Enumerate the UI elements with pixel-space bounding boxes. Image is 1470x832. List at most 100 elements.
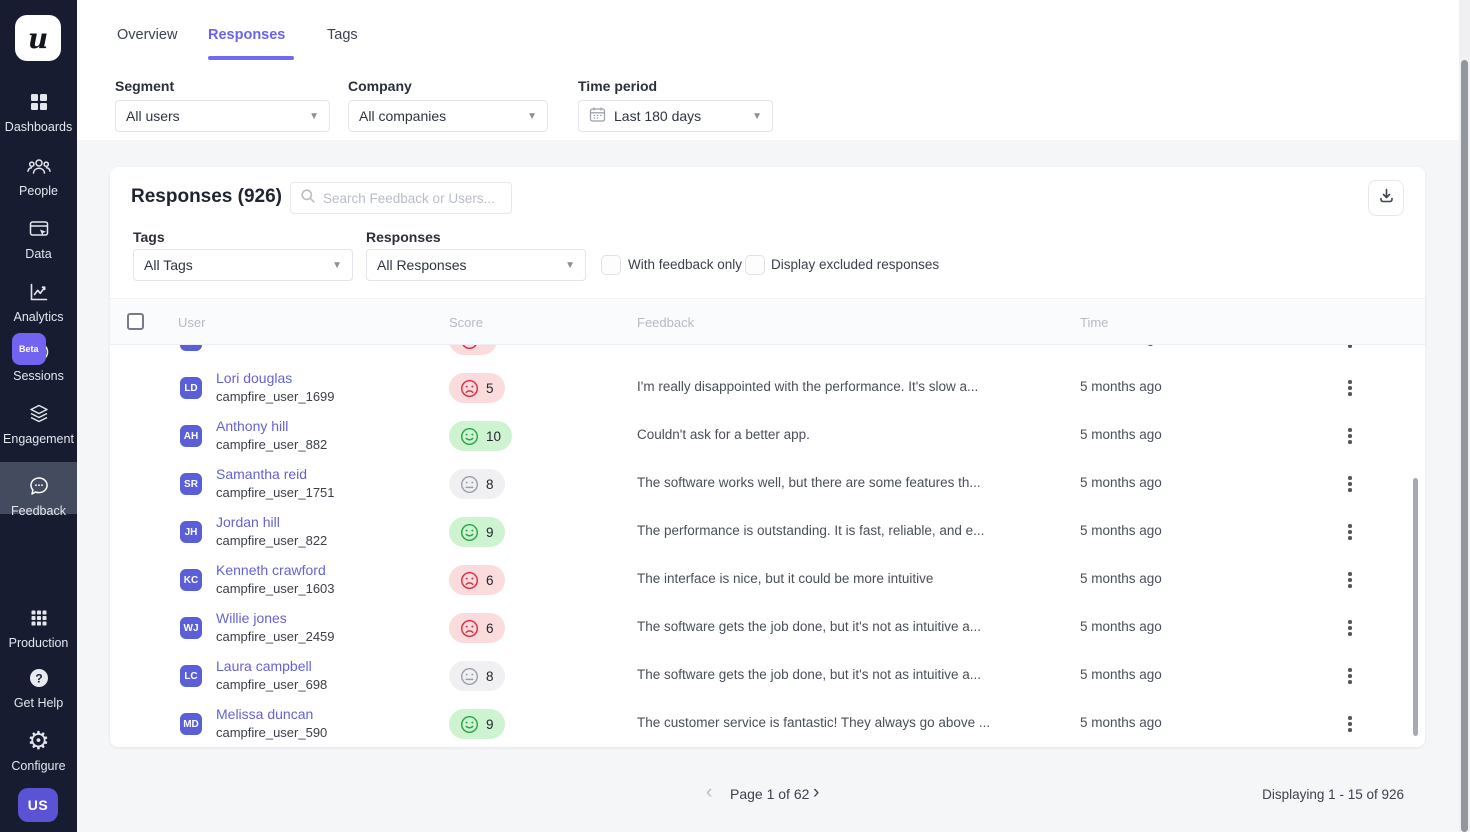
- company-filter-label: Company: [348, 78, 412, 94]
- pagination-prev-button[interactable]: ‹: [706, 782, 712, 804]
- row-menu-button[interactable]: [1341, 713, 1359, 735]
- tab-tags[interactable]: Tags: [327, 27, 358, 43]
- avatar: SR: [180, 473, 202, 495]
- row-menu-button[interactable]: [1341, 665, 1359, 687]
- table-row: campfire_user_782 5 months ago: [110, 345, 1425, 364]
- time-text: 5 months ago: [1080, 475, 1162, 490]
- svg-text:?: ?: [35, 671, 42, 685]
- avatar: [180, 345, 202, 351]
- face-icon: [460, 379, 479, 398]
- row-menu-button[interactable]: [1341, 569, 1359, 591]
- score-badge: 8: [449, 469, 505, 499]
- column-header-user: User: [178, 315, 205, 330]
- table-scrollbar-thumb[interactable]: [1413, 478, 1418, 736]
- responses-dropdown[interactable]: All Responses ▼: [366, 249, 586, 281]
- company-dropdown-value: All companies: [359, 108, 446, 124]
- feedback-text: The performance is outstanding. It is fa…: [637, 523, 1057, 538]
- score-badge: 10: [449, 421, 512, 451]
- user-name-link[interactable]: Kenneth crawford: [216, 561, 335, 580]
- sidebar-item-label: People: [0, 184, 77, 198]
- pagination-next-button[interactable]: ›: [813, 782, 819, 804]
- feedback-bubble-icon: [0, 472, 77, 500]
- row-menu-button[interactable]: [1341, 473, 1359, 495]
- sidebar-item-label: Dashboards: [0, 120, 77, 134]
- score-badge: 9: [449, 517, 505, 547]
- table-row: AH Anthony hillcampfire_user_882 10 Coul…: [110, 412, 1425, 460]
- search-icon: [300, 188, 316, 209]
- user-name-link[interactable]: Willie jones: [216, 609, 335, 628]
- dashboards-grid-icon: [0, 88, 77, 116]
- sidebar-item-data[interactable]: Data: [0, 215, 77, 261]
- sidebar-item-get-help[interactable]: ? Get Help: [0, 664, 77, 710]
- row-menu-button[interactable]: [1341, 521, 1359, 543]
- sidebar-item-label: Feedback: [0, 504, 77, 518]
- sidebar-item-production[interactable]: Production: [0, 604, 77, 650]
- avatar: WJ: [180, 617, 202, 639]
- data-window-icon: [0, 215, 77, 243]
- time-period-dropdown[interactable]: Last 180 days ▼: [578, 100, 773, 132]
- feedback-text: The software gets the job done, but it's…: [637, 667, 1057, 682]
- user-name-link[interactable]: Laura campbell: [216, 657, 327, 676]
- row-menu-button[interactable]: [1341, 425, 1359, 447]
- row-menu-button[interactable]: [1341, 617, 1359, 639]
- card-title: Responses (926): [131, 186, 282, 208]
- sidebar-item-sessions[interactable]: Beta Sessions: [0, 337, 77, 383]
- face-icon: [460, 475, 479, 494]
- chevron-down-icon: ▼: [565, 260, 575, 271]
- sidebar-item-analytics[interactable]: Analytics: [0, 278, 77, 324]
- sidebar-item-feedback[interactable]: Feedback: [0, 462, 77, 514]
- display-excluded-checkbox[interactable]: [745, 255, 765, 275]
- help-icon: ?: [0, 664, 77, 692]
- sidebar: u Dashboards People Data Analytics: [0, 0, 77, 832]
- search-input[interactable]: [323, 191, 502, 206]
- app-logo[interactable]: u: [15, 15, 61, 61]
- column-header-time: Time: [1080, 315, 1108, 330]
- people-icon: [0, 152, 77, 180]
- table-body: campfire_user_782 5 months ago LD Lori d…: [110, 345, 1425, 746]
- row-menu-button[interactable]: [1341, 345, 1359, 351]
- analytics-chart-icon: [0, 278, 77, 306]
- tags-dropdown[interactable]: All Tags ▼: [133, 249, 353, 281]
- chevron-down-icon: ▼: [309, 111, 319, 122]
- user-name-link[interactable]: Melissa duncan: [216, 705, 327, 724]
- sidebar-item-configure[interactable]: ⚙ Configure: [0, 727, 77, 773]
- app-root: u Dashboards People Data Analytics: [0, 0, 1470, 832]
- sidebar-item-dashboards[interactable]: Dashboards: [0, 88, 77, 134]
- score-badge: 9: [449, 709, 505, 739]
- download-button[interactable]: [1368, 180, 1404, 216]
- workspace-badge[interactable]: US: [18, 788, 58, 822]
- user-name-link[interactable]: Samantha reid: [216, 465, 335, 484]
- with-feedback-only-checkbox[interactable]: [601, 255, 621, 275]
- table-row: JH Jordan hillcampfire_user_822 9 The pe…: [110, 508, 1425, 556]
- select-all-checkbox[interactable]: [127, 313, 144, 330]
- row-menu-button[interactable]: [1341, 377, 1359, 399]
- active-tab-underline: [208, 56, 294, 60]
- face-icon: [460, 571, 479, 590]
- company-dropdown[interactable]: All companies ▼: [348, 100, 548, 132]
- sidebar-item-engagement[interactable]: Engagement: [0, 400, 77, 446]
- user-name-link[interactable]: Anthony hill: [216, 417, 327, 436]
- beta-badge: Beta: [12, 333, 46, 365]
- face-icon: [460, 345, 479, 350]
- sidebar-item-label: Configure: [0, 759, 77, 773]
- score-value: 8: [486, 477, 494, 492]
- time-text: 5 months ago: [1080, 715, 1162, 730]
- user-name-link[interactable]: Jordan hill: [216, 513, 327, 532]
- display-excluded-label: Display excluded responses: [771, 257, 939, 272]
- score-value: 10: [486, 429, 501, 444]
- tab-overview[interactable]: Overview: [117, 27, 177, 43]
- time-text: 5 months ago: [1080, 667, 1162, 682]
- segment-dropdown[interactable]: All users ▼: [115, 100, 330, 132]
- tab-responses[interactable]: Responses: [208, 27, 285, 43]
- column-header-score: Score: [449, 315, 483, 330]
- page-scrollbar-thumb[interactable]: [1461, 60, 1468, 832]
- column-header-feedback: Feedback: [637, 315, 694, 330]
- user-name-link[interactable]: Lori douglas: [216, 369, 335, 388]
- sidebar-item-people[interactable]: People: [0, 152, 77, 198]
- time-period-dropdown-value: Last 180 days: [614, 108, 701, 124]
- table-row: WJ Willie jonescampfire_user_2459 6 The …: [110, 604, 1425, 652]
- face-icon: [460, 523, 479, 542]
- feedback-text: The interface is nice, but it could be m…: [637, 571, 1057, 586]
- search-box[interactable]: [290, 182, 512, 214]
- chevron-down-icon: ▼: [527, 111, 537, 122]
